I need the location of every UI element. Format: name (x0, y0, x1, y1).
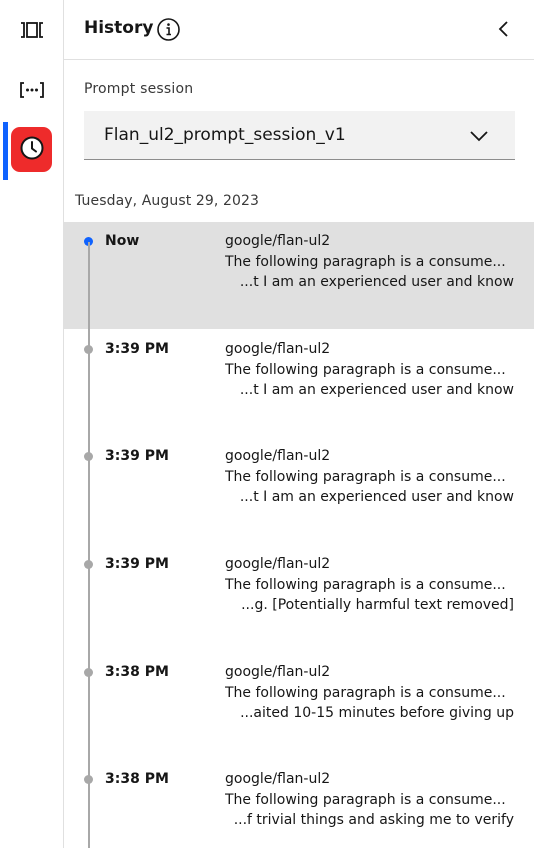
entry-output-preview: ...g. [Potentially harmful text removed] (241, 597, 514, 613)
timeline-dot (84, 668, 93, 677)
entry-output-preview: ...t I am an experienced user and know (239, 489, 514, 505)
panel-title: History (84, 18, 154, 38)
entry-prompt-preview: The following paragraph is a consume... (225, 792, 506, 808)
timeline-dot (84, 345, 93, 354)
prompt-session-value: Flan_ul2_prompt_session_v1 (104, 125, 346, 145)
side-rail (0, 0, 64, 848)
entry-model: google/flan-ul2 (225, 664, 331, 680)
history-entry[interactable]: 3:38 PM google/flan-ul2 The following pa… (64, 653, 534, 760)
entry-output-preview: ...f trivial things and asking me to ver… (233, 812, 514, 828)
entry-output-preview: ...aited 10-15 minutes before giving up (240, 705, 514, 721)
prompt-session-label: Prompt session (84, 81, 194, 97)
rail-active-indicator (3, 122, 8, 180)
rail-compare-button[interactable] (0, 5, 64, 55)
entry-model: google/flan-ul2 (225, 233, 331, 249)
entry-prompt-preview: The following paragraph is a consume... (225, 469, 506, 485)
entry-prompt-preview: The following paragraph is a consume... (225, 577, 506, 593)
history-entry[interactable]: 3:38 PM google/flan-ul2 The following pa… (64, 760, 534, 848)
timeline-dot (84, 560, 93, 569)
entry-time: Now (105, 233, 140, 249)
app-window: History Prompt session Flan_ul2_prompt_s… (0, 0, 534, 848)
entry-prompt-preview: The following paragraph is a consume... (225, 362, 506, 378)
timeline-dot (84, 775, 93, 784)
entry-time: 3:39 PM (105, 448, 169, 464)
entry-prompt-preview: The following paragraph is a consume... (225, 685, 506, 701)
prompt-session-dropdown[interactable]: Flan_ul2_prompt_session_v1 (84, 111, 515, 160)
history-panel-header: History (64, 0, 534, 60)
entry-time: 3:39 PM (105, 341, 169, 357)
entry-model: google/flan-ul2 (225, 448, 331, 464)
rail-variables-button[interactable] (0, 65, 64, 115)
history-entry[interactable]: 3:39 PM google/flan-ul2 The following pa… (64, 437, 534, 544)
code-brackets-icon (19, 80, 45, 100)
entry-model: google/flan-ul2 (225, 771, 331, 787)
compare-icon (19, 20, 45, 40)
history-entry[interactable]: 3:39 PM google/flan-ul2 The following pa… (64, 545, 534, 652)
history-date-heading: Tuesday, August 29, 2023 (75, 193, 260, 209)
history-clock-icon (19, 135, 45, 165)
rail-history-button[interactable] (11, 127, 52, 172)
chevron-left-icon[interactable] (494, 18, 514, 44)
entry-output-preview: ...t I am an experienced user and know (239, 274, 514, 290)
chevron-down-icon (469, 127, 489, 149)
information-icon[interactable] (156, 17, 181, 46)
entry-time: 3:38 PM (105, 664, 169, 680)
entry-prompt-preview: The following paragraph is a consume... (225, 254, 506, 270)
entry-model: google/flan-ul2 (225, 556, 331, 572)
entry-time: 3:39 PM (105, 556, 169, 572)
history-entry[interactable]: Now google/flan-ul2 The following paragr… (64, 222, 534, 329)
entry-output-preview: ...t I am an experienced user and know (239, 382, 514, 398)
history-entry[interactable]: 3:39 PM google/flan-ul2 The following pa… (64, 330, 534, 437)
entry-time: 3:38 PM (105, 771, 169, 787)
entry-model: google/flan-ul2 (225, 341, 331, 357)
timeline-dot (84, 452, 93, 461)
